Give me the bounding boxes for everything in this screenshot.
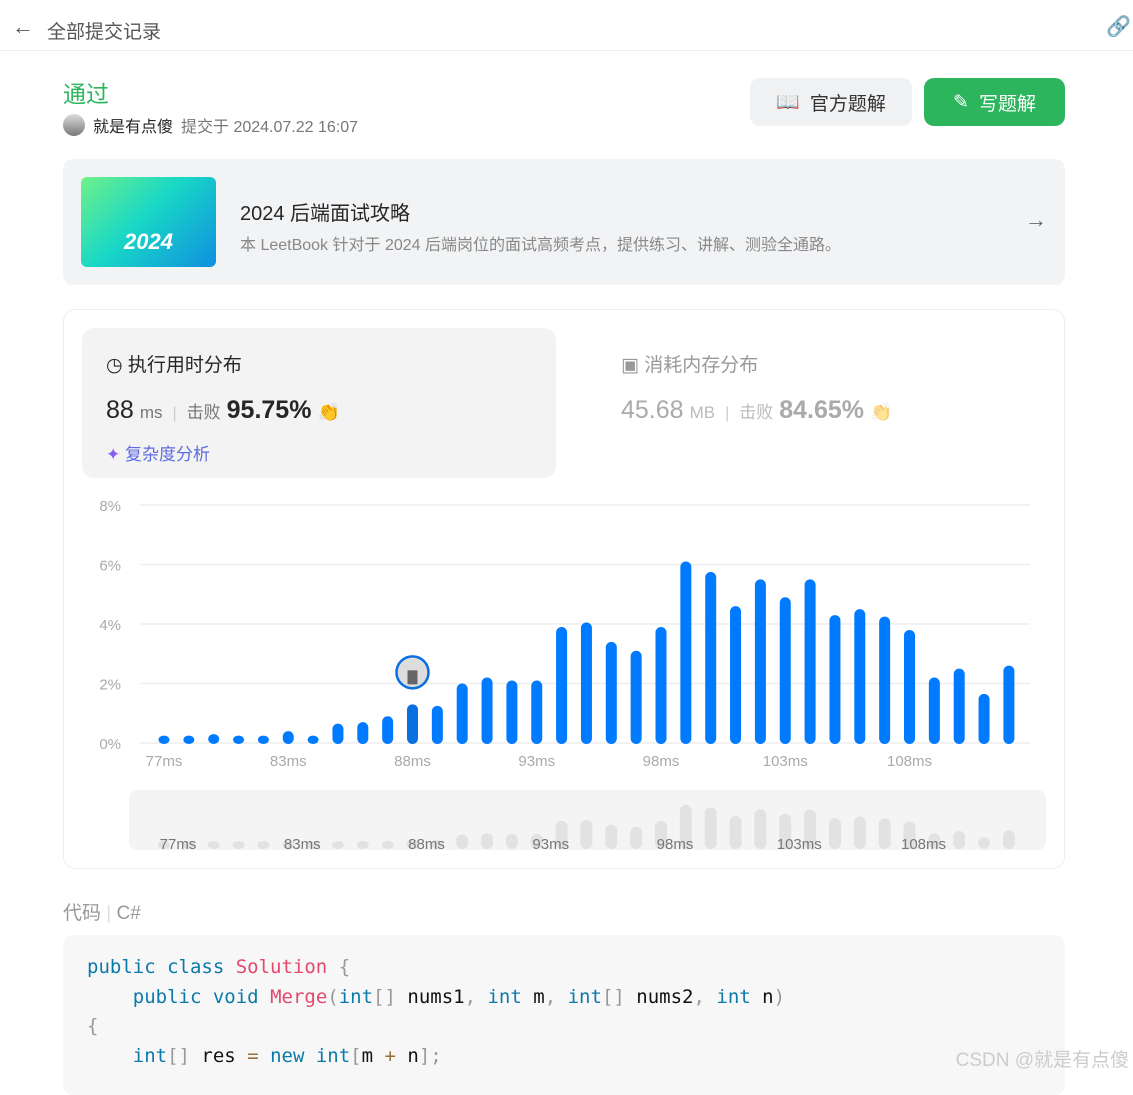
overview-bar [630,826,643,849]
overview-bar [1002,830,1015,849]
overview-bar [953,830,966,849]
overview-bar [729,815,742,849]
bar [779,597,791,744]
bar [456,683,468,744]
bar [953,668,965,744]
x-tick-label: 88ms [394,753,431,770]
bar [705,571,717,744]
bar [307,735,319,744]
overview-bar [356,841,369,849]
overview-bar [331,841,344,849]
x-tick-label: 93ms [518,753,555,770]
overview-bar [207,841,220,849]
overview-tick-label: 88ms [408,836,445,853]
bar [879,616,891,744]
overview-tick-label: 77ms [160,836,197,853]
x-tick-label: 98ms [643,753,680,770]
overview-bar [257,841,270,849]
overview-bar [505,833,518,849]
bar [680,561,692,744]
y-tick-label: 0% [99,736,121,753]
bar [730,606,742,744]
bar [904,629,915,744]
x-tick-label: 108ms [887,753,932,770]
bar [854,609,866,744]
overview-bar [580,819,593,849]
bar [630,650,642,744]
y-tick-label: 2% [99,677,121,694]
bar [804,579,816,744]
bar [158,735,170,744]
bar [481,677,493,744]
y-tick-label: 6% [99,558,121,575]
bar [978,693,990,744]
bar [233,735,245,744]
overview-bar [232,841,245,849]
x-tick-label: 77ms [146,753,183,770]
overview-bar [853,816,866,849]
x-tick-label: 103ms [763,753,808,770]
bar [382,716,394,744]
overview-bar [754,809,767,849]
overview-tick-label: 98ms [657,836,694,853]
bar [407,704,418,744]
overview-bar [456,834,469,849]
overview-bar [978,837,991,849]
bar [928,677,940,744]
bar [257,735,269,744]
overview-tick-label: 108ms [901,836,946,853]
overview-bar [704,807,717,849]
bar [1003,665,1015,744]
bar [357,722,369,744]
code-label: 代码 [63,903,102,924]
bar [332,723,344,744]
bar [829,615,841,744]
bar [183,735,195,744]
y-tick-label: 4% [99,617,121,634]
bar [605,641,617,744]
y-tick-label: 8% [99,498,121,515]
code-header: 代码 | C# [63,903,141,924]
bar [531,680,543,744]
bar [282,731,294,744]
overview-bar [878,818,891,849]
bar [556,626,568,744]
x-tick-label: 83ms [270,753,307,770]
runtime-distribution-chart[interactable]: 0% 2% 4% 6% 8% 77ms 77ms 83ms 83ms 88ms 88ms 93ms 93… [0,0,1133,880]
code-block[interactable]: public class Solution { public void Merg… [63,935,1065,1095]
overview-bar [828,817,841,849]
overview-tick-label: 93ms [532,836,569,853]
overview-bar [605,824,618,849]
avatar-figure [407,670,418,685]
bar [431,705,443,744]
overview-tick-label: 103ms [777,836,822,853]
code-language: C# [116,903,141,924]
bar [208,734,220,744]
overview-tick-label: 83ms [284,836,321,853]
overview-bar [381,841,394,849]
bar [655,626,667,744]
overview-bar [481,833,494,849]
watermark: CSDN @就是有点傻 [955,1050,1129,1071]
bar [754,579,766,744]
bar [580,622,592,744]
bar [506,680,518,744]
